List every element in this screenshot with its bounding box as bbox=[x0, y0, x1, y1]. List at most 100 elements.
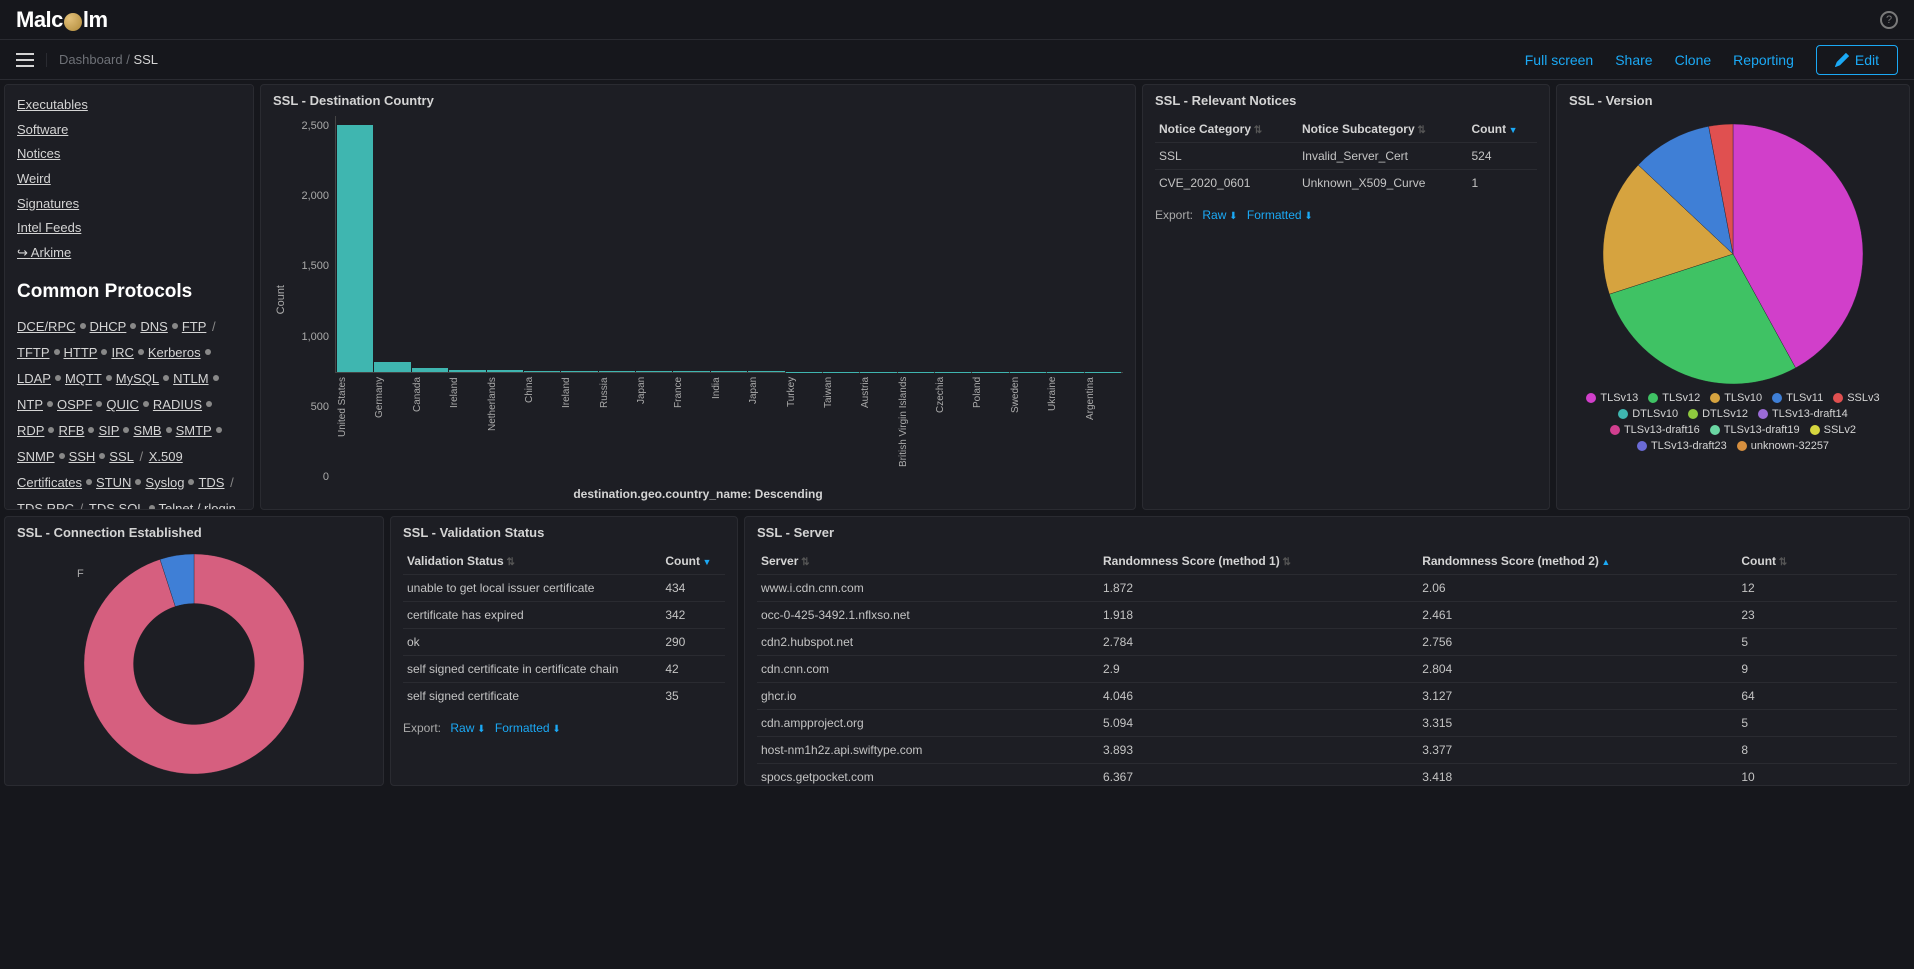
col-server[interactable]: Server bbox=[757, 548, 1099, 575]
legend-item[interactable]: TLSv13 bbox=[1586, 392, 1638, 404]
full-screen-link[interactable]: Full screen bbox=[1525, 52, 1593, 68]
col-count[interactable]: Count bbox=[1467, 116, 1537, 143]
bar[interactable] bbox=[374, 362, 410, 372]
legend-item[interactable]: TLSv13-draft16 bbox=[1610, 424, 1700, 436]
table-row[interactable]: ghcr.io4.0463.12764 bbox=[757, 683, 1897, 710]
col-subcategory[interactable]: Notice Subcategory bbox=[1298, 116, 1468, 143]
table-row[interactable]: cdn.ampproject.org5.0943.3155 bbox=[757, 710, 1897, 737]
legend-item[interactable]: DTLSv10 bbox=[1618, 408, 1678, 420]
arkime-link[interactable]: Arkime bbox=[17, 245, 71, 260]
bar[interactable] bbox=[599, 371, 635, 372]
reporting-link[interactable]: Reporting bbox=[1733, 52, 1794, 68]
legend-item[interactable]: SSLv3 bbox=[1833, 392, 1879, 404]
bar[interactable] bbox=[673, 371, 709, 372]
protocol-link[interactable]: OSPF bbox=[57, 397, 92, 412]
table-row[interactable]: certificate has expired342 bbox=[403, 602, 725, 629]
table-row[interactable]: cdn.cnn.com2.92.8049 bbox=[757, 656, 1897, 683]
legend-item[interactable]: TLSv12 bbox=[1648, 392, 1700, 404]
bar[interactable] bbox=[412, 368, 448, 372]
bar[interactable] bbox=[487, 370, 523, 372]
protocol-link[interactable]: SIP bbox=[98, 423, 119, 438]
export-formatted-link[interactable]: Formatted bbox=[1247, 208, 1313, 222]
bar[interactable] bbox=[524, 371, 560, 372]
help-icon[interactable]: ? bbox=[1880, 11, 1898, 29]
col-r1[interactable]: Randomness Score (method 1) bbox=[1099, 548, 1418, 575]
table-row[interactable]: spocs.getpocket.com6.3673.41810 bbox=[757, 764, 1897, 787]
legend-item[interactable]: DTLSv12 bbox=[1688, 408, 1748, 420]
export-raw-link[interactable]: Raw bbox=[450, 721, 485, 735]
table-row[interactable]: cdn2.hubspot.net2.7842.7565 bbox=[757, 629, 1897, 656]
protocol-link[interactable]: RADIUS bbox=[153, 397, 202, 412]
protocol-link[interactable]: Syslog bbox=[145, 475, 184, 490]
table-row[interactable]: self signed certificate35 bbox=[403, 683, 725, 710]
breadcrumb-root[interactable]: Dashboard bbox=[59, 52, 123, 67]
sidebar-link[interactable]: Signatures bbox=[17, 196, 79, 211]
protocol-link[interactable]: DNS bbox=[140, 319, 167, 334]
protocol-link[interactable]: STUN bbox=[96, 475, 131, 490]
table-row[interactable]: www.i.cdn.cnn.com1.8722.0612 bbox=[757, 575, 1897, 602]
col-category[interactable]: Notice Category bbox=[1155, 116, 1298, 143]
table-row[interactable]: unable to get local issuer certificate43… bbox=[403, 575, 725, 602]
col-count[interactable]: Count bbox=[1737, 548, 1897, 575]
edit-button[interactable]: Edit bbox=[1816, 45, 1898, 75]
protocol-link[interactable]: QUIC bbox=[106, 397, 139, 412]
menu-toggle-icon[interactable] bbox=[16, 53, 47, 67]
bar[interactable] bbox=[636, 371, 672, 372]
protocol-link[interactable]: SMTP bbox=[176, 423, 212, 438]
col-status[interactable]: Validation Status bbox=[403, 548, 661, 575]
protocol-link[interactable]: SSH bbox=[69, 449, 96, 464]
clone-link[interactable]: Clone bbox=[1675, 52, 1712, 68]
version-pie-chart[interactable] bbox=[1603, 124, 1863, 384]
legend-item[interactable]: TLSv11 bbox=[1772, 392, 1823, 404]
col-count[interactable]: Count bbox=[661, 548, 725, 575]
legend-item[interactable]: TLSv10 bbox=[1710, 392, 1762, 404]
share-link[interactable]: Share bbox=[1615, 52, 1652, 68]
protocol-link[interactable]: MySQL bbox=[116, 371, 159, 386]
protocol-link[interactable]: TDS bbox=[198, 475, 224, 490]
protocol-link[interactable]: HTTP bbox=[64, 345, 98, 360]
table-row[interactable]: CVE_2020_0601Unknown_X509_Curve1 bbox=[1155, 170, 1537, 197]
protocol-link[interactable]: LDAP bbox=[17, 371, 51, 386]
protocol-link[interactable]: RFB bbox=[58, 423, 84, 438]
protocol-link[interactable]: NTP bbox=[17, 397, 43, 412]
sidebar-link[interactable]: Weird bbox=[17, 171, 51, 186]
bar-chart-bars[interactable] bbox=[335, 116, 1123, 373]
protocol-link[interactable]: TDS SQL bbox=[89, 501, 145, 510]
sidebar-link[interactable]: Software bbox=[17, 122, 68, 137]
sidebar-link[interactable]: Notices bbox=[17, 146, 60, 161]
table-row[interactable]: occ-0-425-3492.1.nflxso.net1.9182.46123 bbox=[757, 602, 1897, 629]
protocol-link[interactable]: NTLM bbox=[173, 371, 208, 386]
bar[interactable] bbox=[449, 370, 485, 372]
legend-item[interactable]: TLSv13-draft19 bbox=[1710, 424, 1800, 436]
col-r2[interactable]: Randomness Score (method 2) bbox=[1418, 548, 1737, 575]
sidebar-link[interactable]: Intel Feeds bbox=[17, 220, 81, 235]
table-row[interactable]: ok290 bbox=[403, 629, 725, 656]
protocol-link[interactable]: RDP bbox=[17, 423, 44, 438]
protocol-link[interactable]: DHCP bbox=[90, 319, 127, 334]
legend-item[interactable]: SSLv2 bbox=[1810, 424, 1856, 436]
bar[interactable] bbox=[711, 371, 747, 372]
export-formatted-link[interactable]: Formatted bbox=[495, 721, 561, 735]
protocol-link[interactable]: DCE/RPC bbox=[17, 319, 76, 334]
table-row[interactable]: SSLInvalid_Server_Cert524 bbox=[1155, 143, 1537, 170]
protocol-link[interactable]: SNMP bbox=[17, 449, 55, 464]
legend-item[interactable]: TLSv13-draft14 bbox=[1758, 408, 1848, 420]
bar[interactable] bbox=[337, 125, 373, 372]
protocol-link[interactable]: IRC bbox=[111, 345, 133, 360]
connection-donut-chart[interactable] bbox=[84, 554, 304, 774]
table-row[interactable]: self signed certificate in certificate c… bbox=[403, 656, 725, 683]
export-raw-link[interactable]: Raw bbox=[1202, 208, 1237, 222]
protocol-link[interactable]: SSL bbox=[109, 449, 134, 464]
protocol-link[interactable]: SMB bbox=[133, 423, 161, 438]
legend-item[interactable]: TLSv13-draft23 bbox=[1637, 440, 1727, 452]
legend-item[interactable]: unknown-32257 bbox=[1737, 440, 1829, 452]
bar[interactable] bbox=[561, 371, 597, 372]
bar[interactable] bbox=[748, 371, 784, 372]
sidebar-link[interactable]: Executables bbox=[17, 97, 88, 112]
protocol-link[interactable]: Kerberos bbox=[148, 345, 201, 360]
protocol-link[interactable]: FTP bbox=[182, 319, 207, 334]
protocol-link[interactable]: TDS RPC bbox=[17, 501, 74, 510]
protocol-link[interactable]: MQTT bbox=[65, 371, 102, 386]
protocol-link[interactable]: TFTP bbox=[17, 345, 50, 360]
table-row[interactable]: host-nm1h2z.api.swiftype.com3.8933.3778 bbox=[757, 737, 1897, 764]
